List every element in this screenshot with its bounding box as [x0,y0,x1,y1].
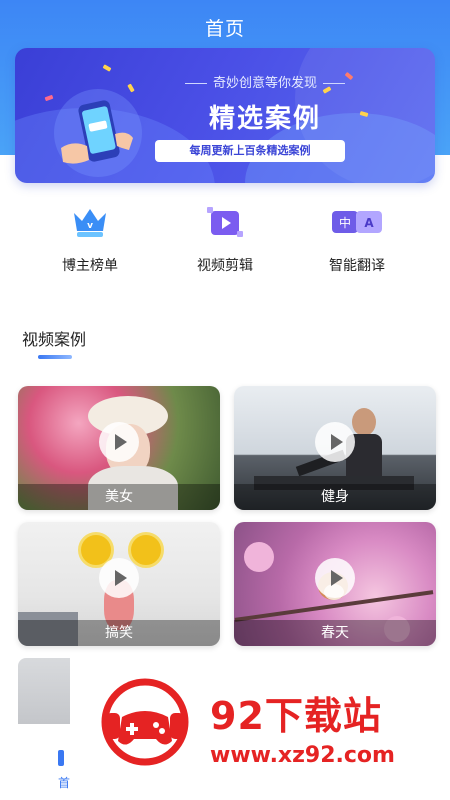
quick-actions: v 博主榜单 视频剪辑 中 A 智能翻译 [0,205,450,285]
case-card-funny[interactable]: 搞笑 [18,522,220,646]
case-caption: 搞笑 [18,620,220,646]
case-card-beauty[interactable]: 美女 [18,386,220,510]
watermark-url: www.xz92.com [210,743,395,768]
quick-action-label: 博主榜单 [62,258,118,274]
svg-text:中: 中 [339,215,351,230]
crown-icon: v [70,205,110,239]
section-title: 视频案例 [22,330,87,349]
banner-subtitle: 每周更新上百条精选案例 [155,140,345,162]
svg-text:A: A [364,216,374,230]
video-edit-icon [205,205,245,239]
watermark: 92下载站 www.xz92.com [70,655,450,800]
quick-action-label: 智能翻译 [329,258,385,274]
page-title: 首页 [204,18,245,40]
case-caption: 美女 [18,484,220,510]
play-icon[interactable] [99,558,139,598]
bottom-nav: 首 [0,740,70,800]
home-icon[interactable] [58,750,64,766]
featured-banner[interactable]: 奇妙创意等你发现 精选案例 每周更新上百条精选案例 [15,48,435,183]
case-caption: 健身 [234,484,436,510]
watermark-title: 92下载站 [210,694,382,738]
case-card-partial[interactable] [18,658,70,724]
case-card-fitness[interactable]: 健身 [234,386,436,510]
play-icon[interactable] [315,558,355,598]
section-underline [38,355,72,359]
quick-action-translate[interactable]: 中 A 智能翻译 [302,205,412,275]
case-caption: 春天 [234,620,436,646]
gamepad-logo-icon [101,678,189,766]
banner-tagline: 奇妙创意等你发现 [145,72,385,91]
case-card-spring[interactable]: 春天 [234,522,436,646]
play-icon[interactable] [315,422,355,462]
svg-text:v: v [87,221,93,231]
quick-action-label: 视频剪辑 [197,258,253,274]
quick-action-video-edit[interactable]: 视频剪辑 [170,205,280,275]
nav-home-label[interactable]: 首 [58,774,70,791]
translate-icon: 中 A [330,205,384,239]
phone-illustration [54,89,142,177]
play-icon[interactable] [99,422,139,462]
banner-headline: 精选案例 [208,104,321,134]
confetti-icon [102,64,112,72]
quick-action-blogger-ranking[interactable]: v 博主榜单 [35,205,145,275]
